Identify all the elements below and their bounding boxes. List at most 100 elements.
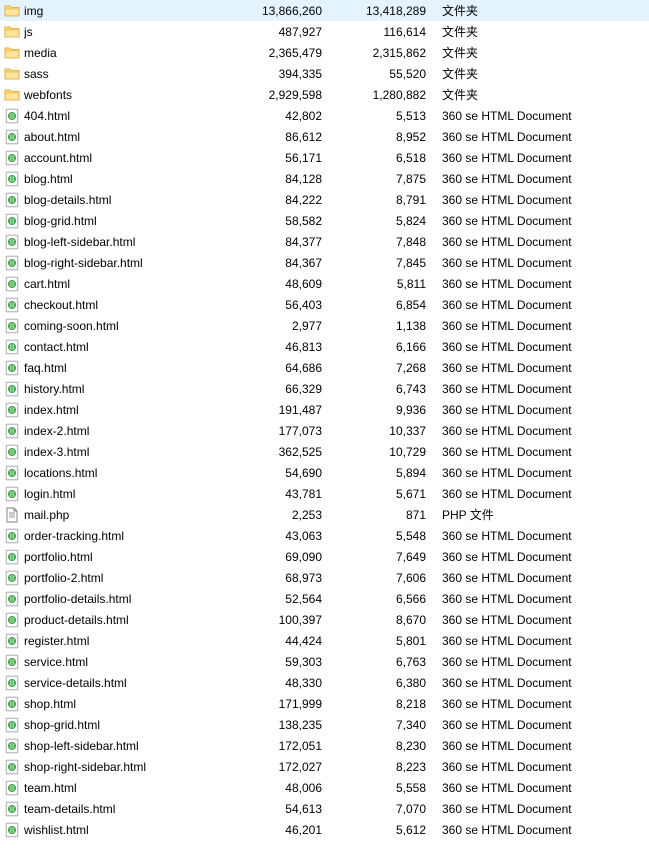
folder-icon [4,3,20,19]
file-row[interactable]: img13,866,26013,418,289文件夹 [0,0,649,21]
file-row[interactable]: team.html48,0065,558360 se HTML Document [0,777,649,798]
file-row[interactable]: history.html66,3296,743360 se HTML Docum… [0,378,649,399]
html-icon [4,465,20,481]
file-type: 360 se HTML Document [432,634,649,648]
file-row[interactable]: cart.html48,6095,811360 se HTML Document [0,273,649,294]
file-row[interactable]: blog-left-sidebar.html84,3777,848360 se … [0,231,649,252]
file-size: 86,612 [224,130,328,144]
file-size: 84,367 [224,256,328,270]
file-compressed-size: 55,520 [328,67,432,81]
file-compressed-size: 6,380 [328,676,432,690]
file-name: portfolio.html [24,550,224,564]
file-type: 文件夹 [432,44,649,61]
file-row[interactable]: coming-soon.html2,9771,138360 se HTML Do… [0,315,649,336]
file-row[interactable]: faq.html64,6867,268360 se HTML Document [0,357,649,378]
file-row[interactable]: blog-details.html84,2228,791360 se HTML … [0,189,649,210]
file-row[interactable]: service.html59,3036,763360 se HTML Docum… [0,651,649,672]
file-size: 54,613 [224,802,328,816]
file-name: cart.html [24,277,224,291]
file-row[interactable]: product-details.html100,3978,670360 se H… [0,609,649,630]
file-name: service-details.html [24,676,224,690]
folder-icon [4,45,20,61]
file-type: 360 se HTML Document [432,550,649,564]
file-size: 487,927 [224,25,328,39]
file-name: team.html [24,781,224,795]
file-type: 360 se HTML Document [432,340,649,354]
file-type: 360 se HTML Document [432,298,649,312]
file-compressed-size: 13,418,289 [328,4,432,18]
file-type: 360 se HTML Document [432,214,649,228]
html-icon [4,570,20,586]
file-row[interactable]: shop-left-sidebar.html172,0518,230360 se… [0,735,649,756]
file-type: 360 se HTML Document [432,382,649,396]
html-icon [4,192,20,208]
file-type: 360 se HTML Document [432,193,649,207]
file-name: locations.html [24,466,224,480]
html-icon [4,423,20,439]
file-compressed-size: 5,824 [328,214,432,228]
html-icon [4,591,20,607]
file-row[interactable]: shop-grid.html138,2357,340360 se HTML Do… [0,714,649,735]
file-size: 58,582 [224,214,328,228]
file-row[interactable]: register.html44,4245,801360 se HTML Docu… [0,630,649,651]
file-row[interactable]: service-details.html48,3306,380360 se HT… [0,672,649,693]
html-icon [4,360,20,376]
file-row[interactable]: shop.html171,9998,218360 se HTML Documen… [0,693,649,714]
file-name: blog-grid.html [24,214,224,228]
file-row[interactable]: checkout.html56,4036,854360 se HTML Docu… [0,294,649,315]
file-row[interactable]: mail.php2,253871PHP 文件 [0,504,649,525]
file-compressed-size: 7,848 [328,235,432,249]
file-size: 69,090 [224,550,328,564]
file-compressed-size: 10,337 [328,424,432,438]
file-row[interactable]: js487,927116,614文件夹 [0,21,649,42]
file-row[interactable]: sass394,33555,520文件夹 [0,63,649,84]
file-row[interactable]: account.html56,1716,518360 se HTML Docum… [0,147,649,168]
file-size: 84,377 [224,235,328,249]
file-name: shop-right-sidebar.html [24,760,224,774]
html-icon [4,255,20,271]
file-compressed-size: 8,791 [328,193,432,207]
file-row[interactable]: media2,365,4792,315,862文件夹 [0,42,649,63]
file-size: 2,977 [224,319,328,333]
html-icon [4,612,20,628]
file-row[interactable]: login.html43,7815,671360 se HTML Documen… [0,483,649,504]
file-row[interactable]: team-details.html54,6137,070360 se HTML … [0,798,649,819]
file-row[interactable]: blog-right-sidebar.html84,3677,845360 se… [0,252,649,273]
file-name: history.html [24,382,224,396]
file-compressed-size: 8,223 [328,760,432,774]
file-name: img [24,4,224,18]
file-size: 362,525 [224,445,328,459]
html-icon [4,801,20,817]
file-row[interactable]: 404.html42,8025,513360 se HTML Document [0,105,649,126]
file-size: 56,403 [224,298,328,312]
file-row[interactable]: portfolio.html69,0907,649360 se HTML Doc… [0,546,649,567]
file-row[interactable]: about.html86,6128,952360 se HTML Documen… [0,126,649,147]
folder-icon [4,87,20,103]
html-icon [4,150,20,166]
file-row[interactable]: wishlist.html46,2015,612360 se HTML Docu… [0,819,649,840]
file-compressed-size: 5,558 [328,781,432,795]
file-row[interactable]: shop-right-sidebar.html172,0278,223360 s… [0,756,649,777]
file-row[interactable]: blog-grid.html58,5825,824360 se HTML Doc… [0,210,649,231]
file-row[interactable]: locations.html54,6905,894360 se HTML Doc… [0,462,649,483]
file-name: shop-grid.html [24,718,224,732]
html-icon [4,738,20,754]
html-icon [4,276,20,292]
file-type: 360 se HTML Document [432,445,649,459]
file-row[interactable]: webfonts2,929,5981,280,882文件夹 [0,84,649,105]
file-row[interactable]: blog.html84,1287,875360 se HTML Document [0,168,649,189]
file-row[interactable]: portfolio-details.html52,5646,566360 se … [0,588,649,609]
file-name: blog-details.html [24,193,224,207]
file-row[interactable]: index-3.html362,52510,729360 se HTML Doc… [0,441,649,462]
file-row[interactable]: index-2.html177,07310,337360 se HTML Doc… [0,420,649,441]
file-row[interactable]: index.html191,4879,936360 se HTML Docume… [0,399,649,420]
file-row[interactable]: order-tracking.html43,0635,548360 se HTM… [0,525,649,546]
file-compressed-size: 5,801 [328,634,432,648]
file-name: js [24,25,224,39]
file-name: account.html [24,151,224,165]
file-row[interactable]: contact.html46,8136,166360 se HTML Docum… [0,336,649,357]
file-row[interactable]: portfolio-2.html68,9737,606360 se HTML D… [0,567,649,588]
generic-icon [4,507,20,523]
file-compressed-size: 6,854 [328,298,432,312]
html-icon [4,675,20,691]
